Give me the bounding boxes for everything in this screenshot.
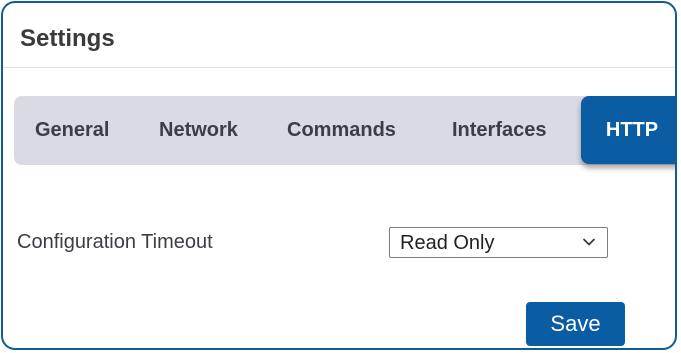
configuration-timeout-select[interactable]: Read Only [389, 227, 608, 258]
tab-general[interactable]: General [35, 96, 109, 165]
save-button[interactable]: Save [526, 302, 625, 346]
title-divider [3, 67, 675, 68]
configuration-timeout-value: Read Only [400, 232, 495, 254]
settings-tabbar: General Network Commands Interfaces HTTP [14, 96, 675, 165]
configuration-timeout-label: Configuration Timeout [17, 231, 213, 253]
tab-http[interactable]: HTTP [581, 96, 675, 164]
panel-title: Settings [20, 25, 115, 52]
tab-interfaces[interactable]: Interfaces [452, 96, 547, 165]
tab-commands[interactable]: Commands [287, 96, 396, 165]
settings-panel: Settings General Network Commands Interf… [1, 1, 677, 350]
tab-network[interactable]: Network [159, 96, 238, 165]
chevron-down-icon [583, 238, 595, 246]
